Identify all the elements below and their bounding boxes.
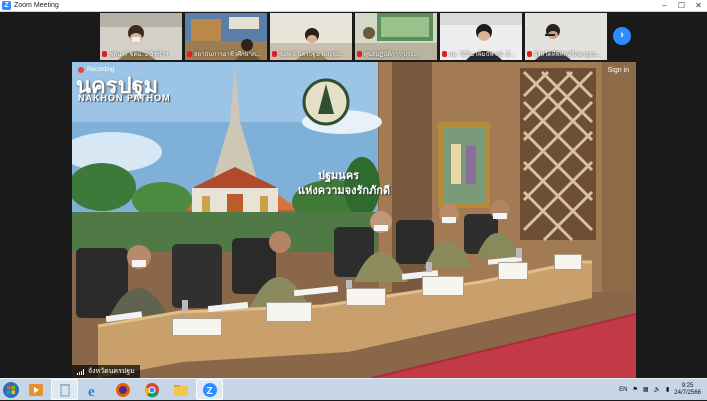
chrome-icon[interactable]	[138, 379, 165, 400]
participant-tile[interactable]: สถาบันการอาชีวศึกษาภ...	[185, 13, 267, 60]
participant-name: ผอ. วิธีวิน เพ็มบัฟ ศฝ. สี...	[449, 52, 515, 58]
record-dot-icon	[78, 67, 84, 73]
window-title: Zoom Meeting	[14, 2, 59, 9]
desk-nameplate	[172, 318, 222, 336]
taskbar-clock[interactable]: 9:25 24/7/2566	[674, 383, 701, 397]
muted-mic-icon	[102, 51, 107, 57]
clock-date: 24/7/2566	[674, 389, 701, 396]
participant-tile[interactable]: ชคน. 7 ชคม. 2 วิชุฬาฯ	[100, 13, 182, 60]
recording-indicator[interactable]: Recording	[78, 67, 114, 73]
participant-tile[interactable]: ชลพ 3 นครปฐม เบญจม...	[270, 13, 352, 60]
chevron-right-icon[interactable]: ›	[613, 27, 631, 45]
firefox-icon[interactable]	[109, 379, 136, 400]
meeting-room-scene	[72, 62, 636, 378]
maximize-icon[interactable]: ☐	[673, 0, 690, 12]
active-speaker-video: นครปฐม NAKHON PATHOM ปฐมนคร แห่งความจงรั…	[72, 62, 636, 378]
participant-name: ศูนย์ปฏิบัติการ(ประ...	[364, 52, 419, 58]
muted-mic-icon	[442, 51, 447, 57]
desk-nameplate	[422, 276, 464, 296]
sign-in-link[interactable]: Sign in	[608, 67, 629, 74]
desk-nameplate	[266, 302, 312, 322]
participant-tile[interactable]: ศูนย์ปฏิบัติการ(ประ...	[355, 13, 437, 60]
network-icon[interactable]: ▦	[643, 386, 649, 393]
svg-text:Z: Z	[206, 386, 212, 397]
recording-label: Recording	[87, 67, 115, 73]
close-icon[interactable]: ✕	[690, 0, 707, 12]
desk-nameplate	[346, 288, 386, 306]
participant-tile[interactable]: จังหวัดที่พิทักษ์รักษาธุรบ...	[525, 13, 607, 60]
flag-icon[interactable]: ⚑	[632, 386, 637, 393]
desk-nameplate	[554, 254, 582, 270]
participant-gallery: ชคน. 7 ชคม. 2 วิชุฬาฯ สถาบันการอาชีวศึกษ…	[100, 13, 607, 61]
svg-text:e: e	[88, 384, 95, 398]
clock-time: 9:25	[681, 382, 694, 389]
file-explorer-icon[interactable]	[167, 379, 194, 400]
muted-mic-icon	[187, 51, 192, 57]
zoom-icon[interactable]: Z	[196, 379, 223, 400]
muted-mic-icon	[527, 51, 532, 57]
meeting-stage: ชคน. 7 ชคม. 2 วิชุฬาฯ สถาบันการอาชีวศึกษ…	[0, 12, 707, 378]
system-tray: EN ⚑ ▦ 🔈 ▮ 9:25 24/7/2566	[619, 383, 707, 397]
speaker-name: จังหวัดนครปฐม	[88, 368, 135, 375]
media-player-icon[interactable]	[22, 379, 49, 400]
windows-taskbar: e Z EN ⚑ ▦ 🔈 ▮ 9:25 24/7/2566	[0, 378, 707, 400]
backdrop-title-english: NAKHON PATHOM	[78, 93, 171, 103]
signal-bars-icon	[77, 368, 84, 375]
participant-name: ชลพ 3 นครปฐม เบญจม...	[279, 52, 345, 58]
windows-start-icon[interactable]	[0, 379, 22, 401]
window-titlebar: Z Zoom Meeting – ☐ ✕	[0, 0, 707, 12]
participant-name: จังหวัดที่พิทักษ์รักษาธุรบ...	[534, 52, 601, 58]
zoom-app-icon: Z	[2, 1, 11, 10]
internet-explorer-icon[interactable]: e	[80, 379, 107, 400]
participant-tile[interactable]: ผอ. วิธีวิน เพ็มบัฟ ศฝ. สี...	[440, 13, 522, 60]
participant-name: ชคน. 7 ชคม. 2 วิชุฬาฯ	[109, 52, 169, 58]
desk-nameplate	[498, 262, 528, 280]
backdrop-slogan-line2: แห่งความจงรักภักดี	[298, 184, 391, 197]
minimize-icon[interactable]: –	[656, 0, 673, 12]
recycle-bin-icon[interactable]	[51, 379, 78, 400]
speaker-name-badge: จังหวัดนครปฐม	[72, 365, 140, 378]
language-indicator[interactable]: EN	[619, 387, 627, 393]
participant-name: สถาบันการอาชีวศึกษาภ...	[194, 52, 261, 58]
signal-icon[interactable]: ▮	[666, 386, 669, 393]
volume-icon[interactable]: 🔈	[654, 386, 661, 393]
muted-mic-icon	[272, 51, 277, 57]
muted-mic-icon	[357, 51, 362, 57]
